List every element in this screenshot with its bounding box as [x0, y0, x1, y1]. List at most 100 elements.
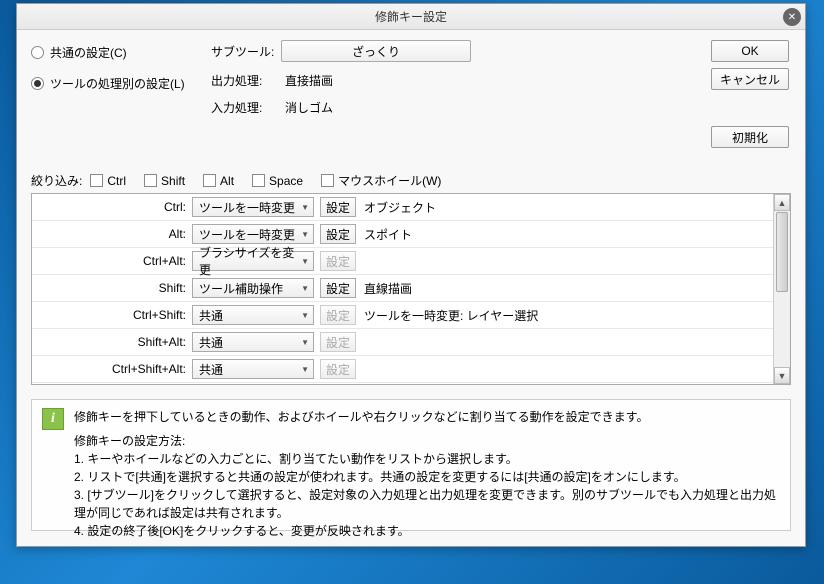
help-line: 2. リストで[共通]を選択すると共通の設定が使われます。共通の設定を変更するに…	[74, 468, 780, 486]
select-value: 共通	[199, 361, 223, 378]
window-title: 修飾キー設定	[375, 8, 447, 25]
help-line: 3. [サブツール]をクリックして選択すると、設定対象の入力処理と出力処理を変更…	[74, 486, 780, 522]
action-select[interactable]: ツールを一時変更 ▼	[192, 197, 314, 217]
scroll-down-icon[interactable]: ▼	[774, 367, 790, 384]
select-value: ツール補助操作	[199, 280, 283, 297]
radio-label: 共通の設定(C)	[50, 44, 127, 61]
action-select[interactable]: 共通▼	[192, 332, 314, 352]
select-value: ツールを一時変更	[199, 199, 295, 216]
settings-button[interactable]: 設定	[320, 224, 356, 244]
scroll-thumb[interactable]	[776, 212, 788, 292]
action-buttons: OK キャンセル 初期化	[701, 40, 791, 154]
settings-scope-group: 共通の設定(C) ツールの処理別の設定(L)	[31, 40, 211, 154]
checkbox-icon	[203, 174, 216, 187]
settings-button: 設定	[320, 359, 356, 379]
filter-space-checkbox[interactable]: Space	[252, 174, 303, 188]
table-body: Ctrl:ツールを一時変更▼設定オブジェクトAlt:ツールを一時変更▼設定スポイ…	[32, 194, 773, 384]
output-value: 直接描画	[281, 72, 333, 89]
filter-ctrl-checkbox[interactable]: Ctrl	[90, 174, 126, 188]
chevron-down-icon: ▼	[301, 338, 309, 347]
close-icon[interactable]: ✕	[783, 8, 801, 26]
action-select[interactable]: 共通 ▼	[192, 305, 314, 325]
cancel-button[interactable]: キャンセル	[711, 68, 789, 90]
settings-button[interactable]: 設定	[320, 197, 356, 217]
table-row: Alt: ツールを一時変更 ▼ 設定スポイト	[32, 221, 773, 248]
checkbox-icon	[90, 174, 103, 187]
settings-button: 設定	[320, 332, 356, 352]
filter-alt-checkbox[interactable]: Alt	[203, 174, 234, 188]
scroll-up-icon[interactable]: ▲	[774, 194, 790, 211]
action-select[interactable]: 共通 ▼	[192, 359, 314, 379]
action-select[interactable]: ツール補助操作 ▼	[192, 278, 314, 298]
table-row: Space:共通▼設定ツールを一時変更: 手のひら	[32, 383, 773, 384]
tool-fields: サブツール: ざっくり 出力処理: 直接描画 入力処理: 消しゴム	[211, 40, 701, 154]
checkbox-icon	[144, 174, 157, 187]
select-value: 共通	[199, 307, 223, 324]
row-description: スポイト	[356, 226, 412, 243]
radio-label: ツールの処理別の設定(L)	[50, 75, 185, 92]
filter-row: 絞り込み: Ctrl Shift Alt Space マウスホイール(W)	[31, 172, 791, 189]
chevron-down-icon: ▼	[301, 311, 309, 320]
select-value: ブラシサイズを変更	[199, 244, 301, 278]
filter-wheel-checkbox[interactable]: マウスホイール(W)	[321, 172, 441, 189]
filter-shift-checkbox[interactable]: Shift	[144, 174, 185, 188]
chevron-down-icon: ▼	[301, 230, 309, 239]
action-select[interactable]: ブラシサイズを変更▼	[192, 251, 314, 271]
input-row: 入力処理: 消しゴム	[211, 99, 701, 116]
chevron-down-icon: ▼	[301, 284, 309, 293]
help-panel: i 修飾キーを押下しているときの動作、およびホイールや右クリックなどに割り当てる…	[31, 399, 791, 531]
chevron-down-icon: ▼	[301, 203, 309, 212]
help-line: 1. キーやホイールなどの入力ごとに、割り当てたい動作をリストから選択します。	[74, 450, 780, 468]
help-heading: 修飾キーの設定方法:	[74, 432, 780, 450]
settings-button: 設定	[320, 251, 356, 271]
top-area: 共通の設定(C) ツールの処理別の設定(L) サブツール: ざっくり 出力処理:…	[31, 40, 791, 154]
subtool-label: サブツール:	[211, 43, 281, 60]
checkbox-icon	[252, 174, 265, 187]
subtool-row: サブツール: ざっくり	[211, 40, 701, 62]
input-value: 消しゴム	[281, 99, 333, 116]
info-icon: i	[42, 408, 64, 430]
radio-common-settings[interactable]: 共通の設定(C)	[31, 44, 211, 61]
select-value: ツールを一時変更	[199, 226, 295, 243]
row-description: オブジェクト	[356, 199, 436, 216]
subtool-button[interactable]: ざっくり	[281, 40, 471, 62]
chevron-down-icon: ▼	[301, 257, 309, 266]
checkbox-icon	[321, 174, 334, 187]
key-label: Ctrl:	[32, 200, 192, 214]
subtool-value: ざっくり	[352, 43, 400, 60]
help-line: 4. 設定の終了後[OK]をクリックすると、変更が反映されます。	[74, 522, 780, 540]
bindings-table: Ctrl:ツールを一時変更▼設定オブジェクトAlt:ツールを一時変更▼設定スポイ…	[31, 193, 791, 385]
dialog-content: 共通の設定(C) ツールの処理別の設定(L) サブツール: ざっくり 出力処理:…	[17, 30, 805, 546]
settings-button[interactable]: 設定	[320, 278, 356, 298]
dialog-window: 修飾キー設定 ✕ 共通の設定(C) ツールの処理別の設定(L) サブツール: ざ…	[16, 3, 806, 547]
output-row: 出力処理: 直接描画	[211, 72, 701, 89]
help-intro: 修飾キーを押下しているときの動作、およびホイールや右クリックなどに割り当てる動作…	[74, 408, 780, 426]
help-text: 修飾キーを押下しているときの動作、およびホイールや右クリックなどに割り当てる動作…	[74, 408, 780, 522]
table-row: Shift+Alt:共通▼設定	[32, 329, 773, 356]
scrollbar[interactable]: ▲ ▼	[773, 194, 790, 384]
chevron-down-icon: ▼	[301, 365, 309, 374]
settings-button: 設定	[320, 305, 356, 325]
key-label: Ctrl+Shift:	[32, 308, 192, 322]
key-label: Shift:	[32, 281, 192, 295]
table-row: Ctrl+Alt:ブラシサイズを変更▼ 設定	[32, 248, 773, 275]
key-label: Alt:	[32, 227, 192, 241]
key-label: Ctrl+Alt:	[32, 254, 192, 268]
init-button[interactable]: 初期化	[711, 126, 789, 148]
key-label: Ctrl+Shift+Alt:	[32, 362, 192, 376]
filter-label: 絞り込み:	[31, 172, 82, 189]
table-row: Ctrl+Shift: 共通 ▼ 設定ツールを一時変更: レイヤー選択	[32, 302, 773, 329]
row-description: ツールを一時変更: レイヤー選択	[356, 307, 538, 324]
radio-icon	[31, 77, 44, 90]
ok-button[interactable]: OK	[711, 40, 789, 62]
input-label: 入力処理:	[211, 99, 281, 116]
table-row: Shift: ツール補助操作 ▼ 設定直線描画	[32, 275, 773, 302]
titlebar: 修飾キー設定 ✕	[17, 4, 805, 30]
table-row: Ctrl: ツールを一時変更 ▼ 設定オブジェクト	[32, 194, 773, 221]
radio-per-tool-settings[interactable]: ツールの処理別の設定(L)	[31, 75, 211, 92]
radio-icon	[31, 46, 44, 59]
row-description: 直線描画	[356, 280, 412, 297]
table-row: Ctrl+Shift+Alt: 共通 ▼ 設定	[32, 356, 773, 383]
output-label: 出力処理:	[211, 72, 281, 89]
action-select[interactable]: ツールを一時変更 ▼	[192, 224, 314, 244]
